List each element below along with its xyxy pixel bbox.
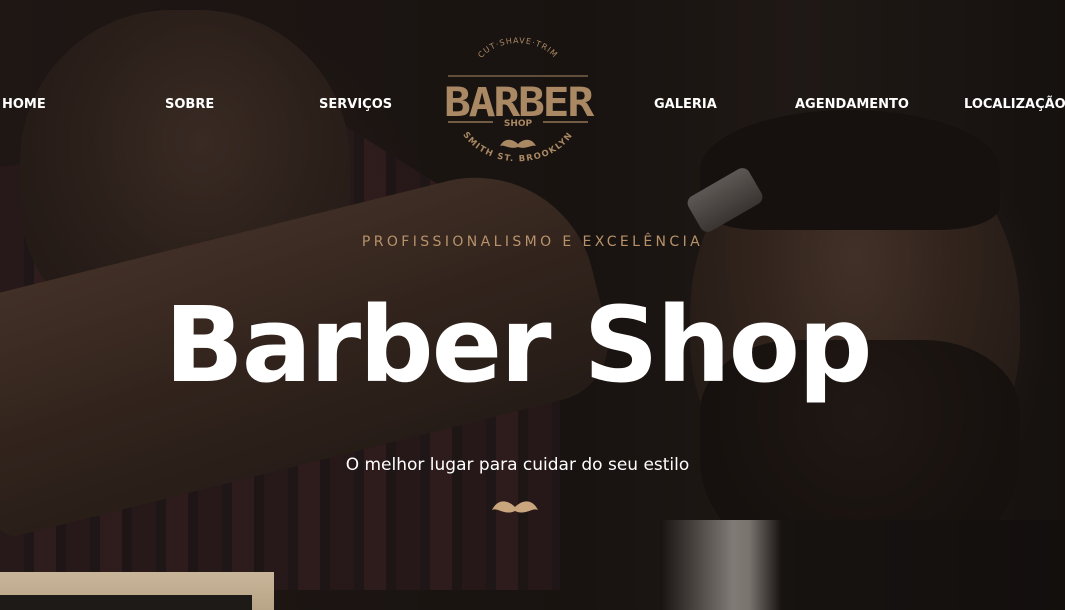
hero-eyebrow: PROFISSIONALISMO E EXCELÊNCIA (361, 234, 704, 250)
nav-galeria[interactable]: GALERIA (654, 97, 717, 112)
logo-top-text: CUT·SHAVE·TRIM (476, 36, 558, 60)
bottom-left-card-inner (0, 595, 252, 610)
logo-mustache-icon (500, 139, 536, 148)
nav-agendamento[interactable]: AGENDAMENTO (795, 97, 909, 112)
svg-text:CUT·SHAVE·TRIM: CUT·SHAVE·TRIM (476, 36, 559, 60)
hero-title: Barber Shop (164, 284, 872, 406)
main-navigation: HOME SOBRE SERVIÇOS GALERIA AGENDAMENTO … (0, 0, 1065, 210)
nav-servicos[interactable]: SERVIÇOS (319, 97, 392, 112)
logo-graphic: CUT·SHAVE·TRIM BARBER SHOP SMITH ST. BRO… (444, 36, 597, 164)
svg-text:SMITH ST. BROOKLYN: SMITH ST. BROOKLYN (461, 130, 576, 164)
nav-sobre[interactable]: SOBRE (165, 97, 214, 112)
logo-sub-text: SHOP (504, 119, 533, 129)
barber-shop-logo[interactable]: CUT·SHAVE·TRIM BARBER SHOP SMITH ST. BRO… (438, 34, 598, 174)
nav-localizacao[interactable]: LOCALIZAÇÃO (964, 97, 1065, 112)
hero-tagline: O melhor lugar para cuidar do seu estilo (345, 455, 690, 475)
mustache-icon (490, 496, 540, 518)
nav-home[interactable]: HOME (2, 97, 46, 112)
logo-bottom-text: SMITH ST. BROOKLYN (461, 130, 575, 164)
